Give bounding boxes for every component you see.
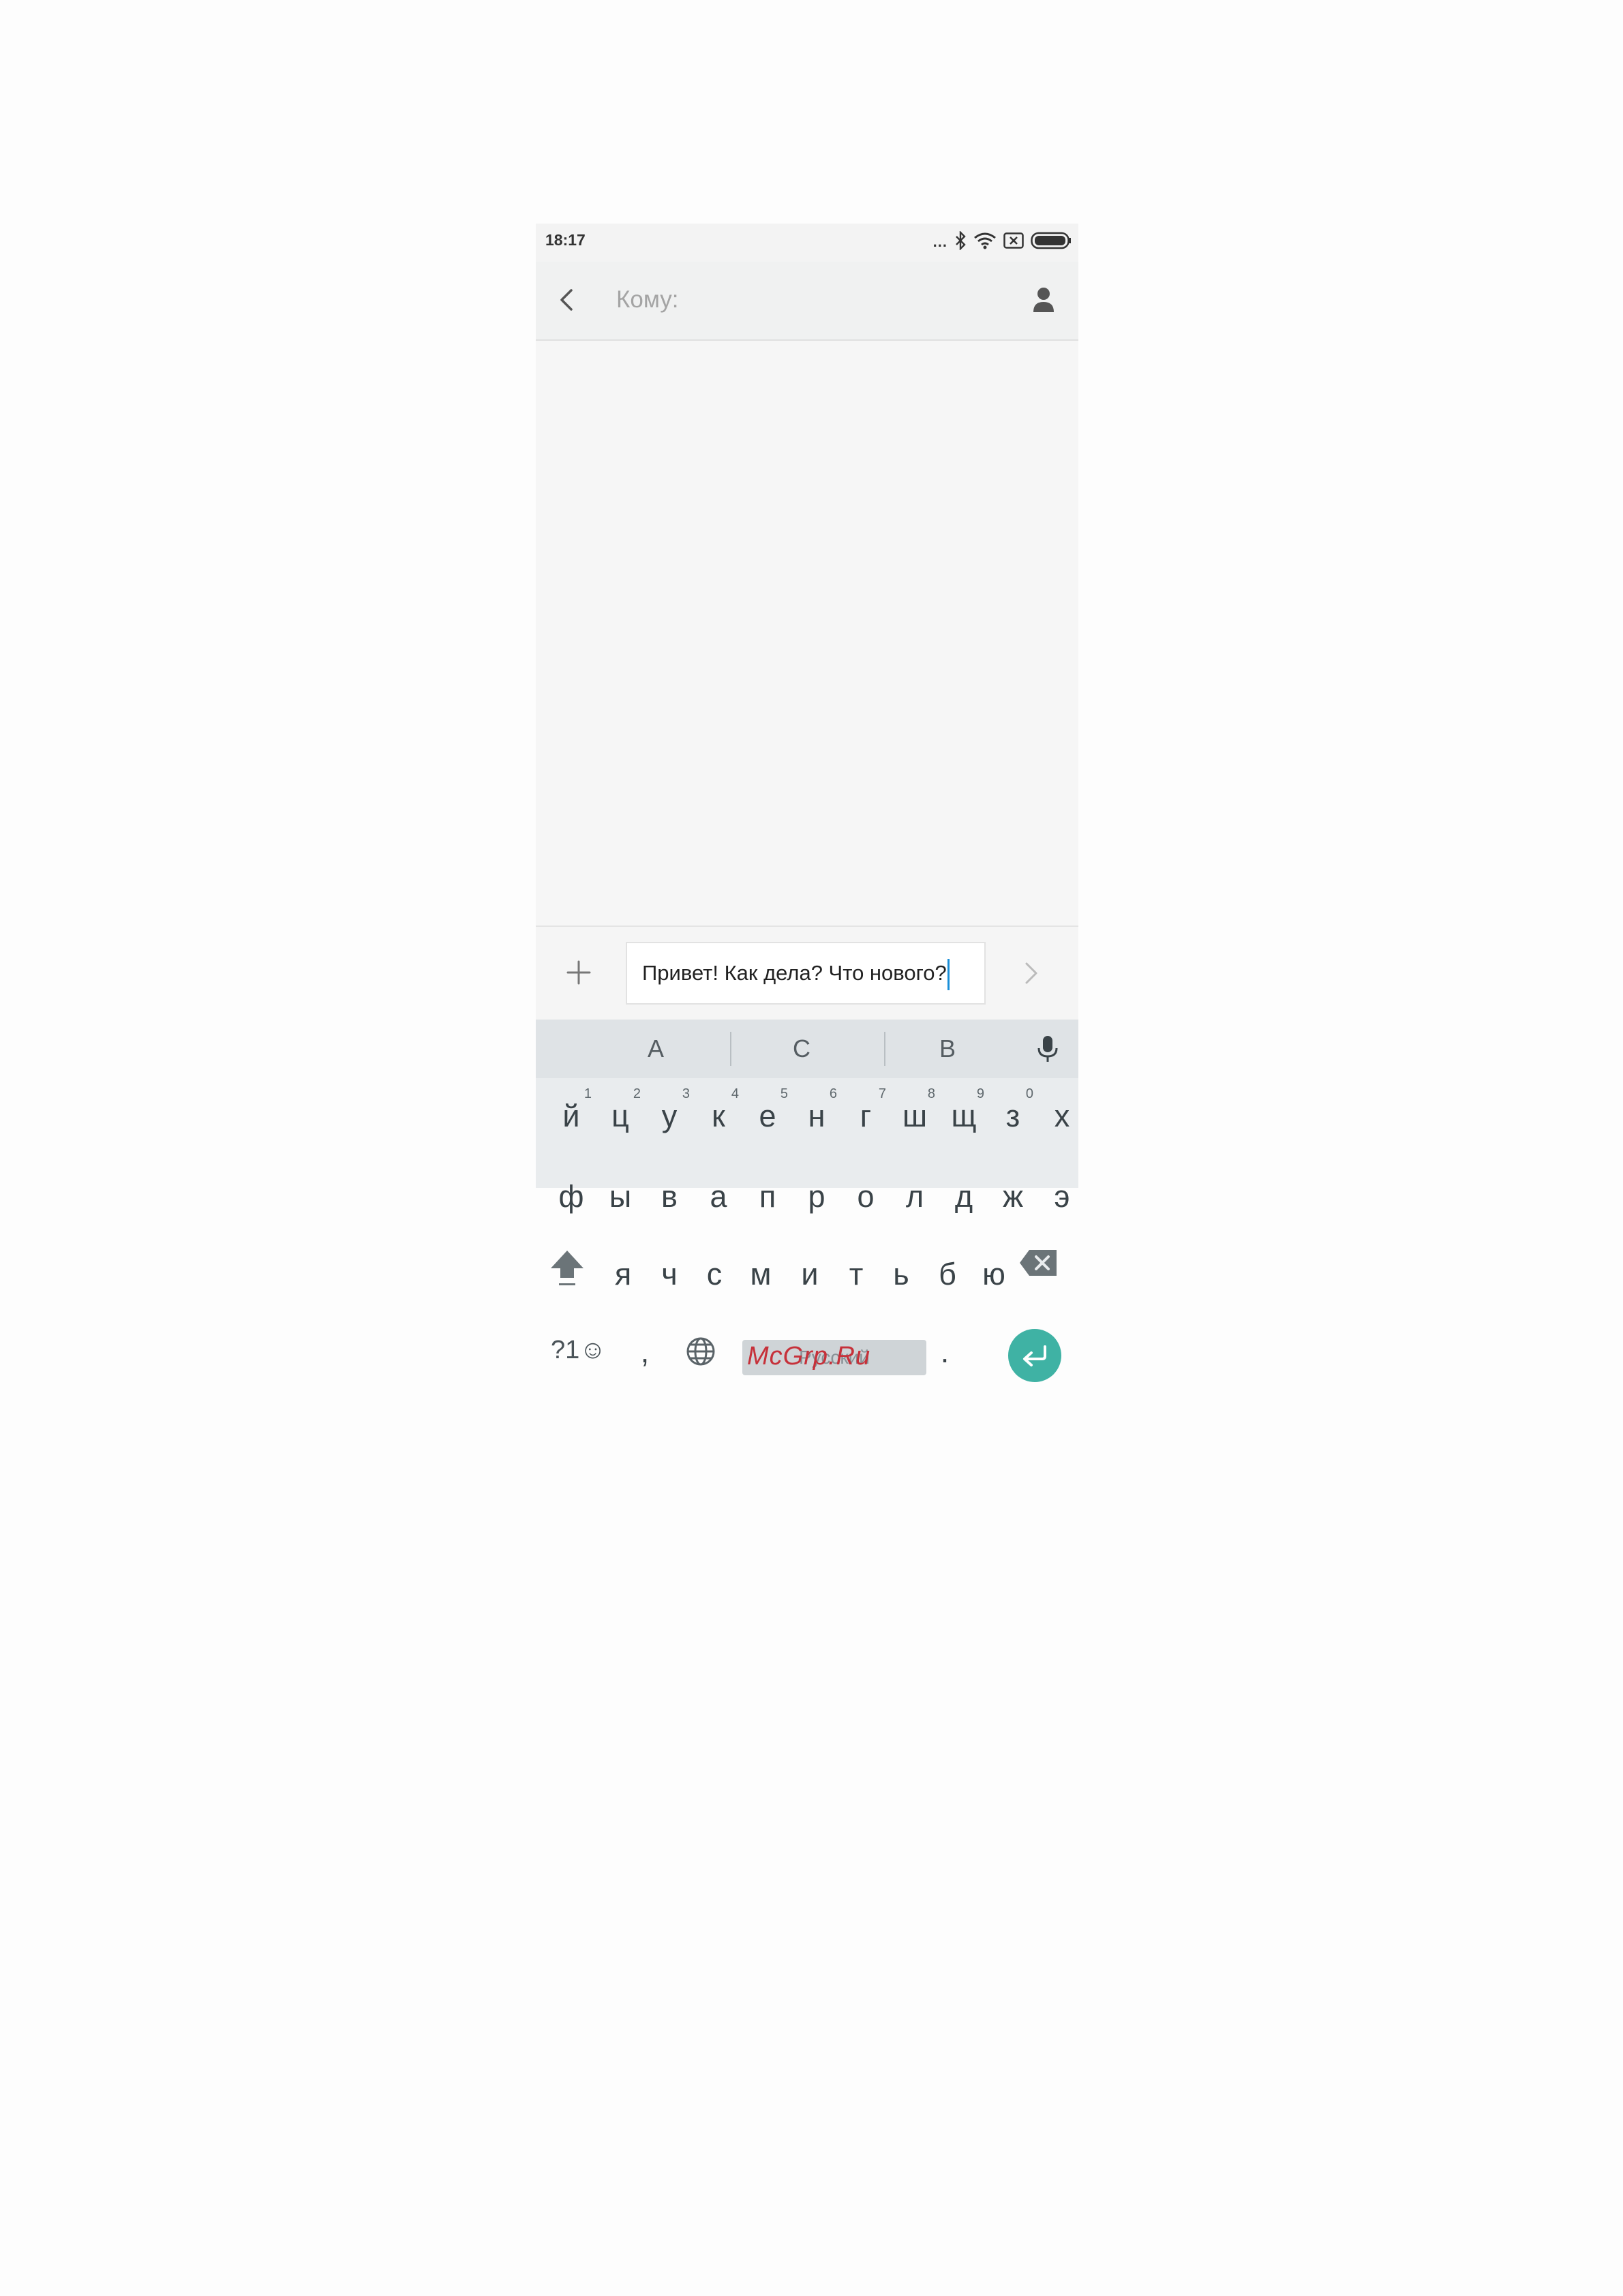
key-9-row3[interactable]: ю (969, 1257, 1018, 1292)
key-number-hint: 4 (731, 1086, 739, 1101)
key-8-row3[interactable]: б (923, 1257, 972, 1292)
key-6-row3[interactable]: т (832, 1257, 881, 1292)
key-6-row1[interactable]: н6 (792, 1086, 841, 1134)
key-label: ц (611, 1099, 629, 1133)
keyboard-container: А С В й1ц2у3к4е5н6г7ш8щ9з0х фывапролджэ (536, 224, 1078, 1382)
key-number-hint: 5 (780, 1086, 788, 1101)
key-1-row3[interactable]: я (598, 1257, 648, 1292)
key-number-hint: 9 (976, 1086, 984, 1101)
language-key[interactable] (676, 1334, 725, 1376)
key-1-row1[interactable]: й1 (547, 1086, 596, 1134)
key-8-row1[interactable]: ш8 (890, 1086, 939, 1134)
key-number-hint: 1 (583, 1086, 592, 1101)
symbols-emoji-key[interactable]: ?1☺ (551, 1336, 606, 1365)
key-label: е (759, 1099, 776, 1133)
key-11-row1[interactable]: х (1037, 1099, 1087, 1134)
backspace-key[interactable] (1012, 1247, 1066, 1286)
key-7-row1[interactable]: г7 (841, 1086, 890, 1134)
key-4-row3[interactable]: м (736, 1257, 785, 1292)
shift-key[interactable] (543, 1246, 592, 1296)
microphone-icon (1037, 1036, 1058, 1062)
key-10-row2[interactable]: ж (988, 1179, 1037, 1214)
key-3-row2[interactable]: в (645, 1179, 694, 1214)
enter-key[interactable] (1008, 1329, 1061, 1382)
suggestion-3[interactable]: В (879, 1020, 1016, 1078)
period-key[interactable]: . (920, 1334, 969, 1370)
key-11-row2[interactable]: э (1037, 1179, 1087, 1214)
key-number-hint: 0 (1025, 1086, 1033, 1101)
key-4-row2[interactable]: а (694, 1179, 743, 1214)
suggestion-divider (730, 1032, 731, 1066)
key-4-row1[interactable]: к4 (694, 1086, 743, 1134)
key-5-row2[interactable]: п (743, 1179, 792, 1214)
globe-icon (686, 1337, 715, 1366)
key-number-hint: 3 (682, 1086, 690, 1101)
key-7-row2[interactable]: о (841, 1179, 890, 1214)
key-3-row3[interactable]: с (690, 1257, 739, 1292)
key-number-hint: 8 (927, 1086, 935, 1101)
voice-input-button[interactable] (1031, 1032, 1065, 1066)
key-2-row3[interactable]: ч (645, 1257, 694, 1292)
key-number-hint: 6 (829, 1086, 837, 1101)
watermark-text: McGrp.Ru (747, 1342, 871, 1371)
key-label: к (712, 1099, 725, 1133)
key-label: г (860, 1099, 872, 1133)
key-5-row1[interactable]: е5 (743, 1086, 792, 1134)
backspace-icon (1020, 1250, 1057, 1276)
key-number-hint: 7 (878, 1086, 886, 1101)
suggestion-1[interactable]: А (588, 1020, 724, 1078)
keyboard-keys: й1ц2у3к4е5н6г7ш8щ9з0х фывапролджэ ячсмит… (536, 1078, 1078, 1382)
key-6-row2[interactable]: р (792, 1179, 841, 1214)
key-9-row2[interactable]: д (939, 1179, 988, 1214)
key-label: у (661, 1099, 678, 1133)
key-label: х (1054, 1099, 1070, 1133)
key-number-hint: 2 (633, 1086, 641, 1101)
comma-key[interactable]: , (620, 1334, 669, 1370)
key-2-row2[interactable]: ы (596, 1179, 645, 1214)
key-label: ш (902, 1099, 928, 1133)
key-1-row2[interactable]: ф (547, 1179, 596, 1214)
key-5-row3[interactable]: и (785, 1257, 834, 1292)
key-8-row2[interactable]: л (890, 1179, 939, 1214)
key-9-row1[interactable]: щ9 (939, 1086, 988, 1134)
key-label: з (1005, 1099, 1020, 1133)
key-7-row3[interactable]: ь (877, 1257, 926, 1292)
key-3-row1[interactable]: у3 (645, 1086, 694, 1134)
key-label: щ (951, 1099, 977, 1133)
suggestion-2[interactable]: С (733, 1020, 870, 1078)
key-label: н (808, 1099, 825, 1133)
enter-arrow-icon (1023, 1345, 1046, 1366)
key-label: й (562, 1099, 580, 1133)
suggestion-bar: А С В (536, 1020, 1078, 1078)
key-2-row1[interactable]: ц2 (596, 1086, 645, 1134)
key-10-row1[interactable]: з0 (988, 1086, 1037, 1134)
shift-arrow-icon (551, 1251, 583, 1285)
